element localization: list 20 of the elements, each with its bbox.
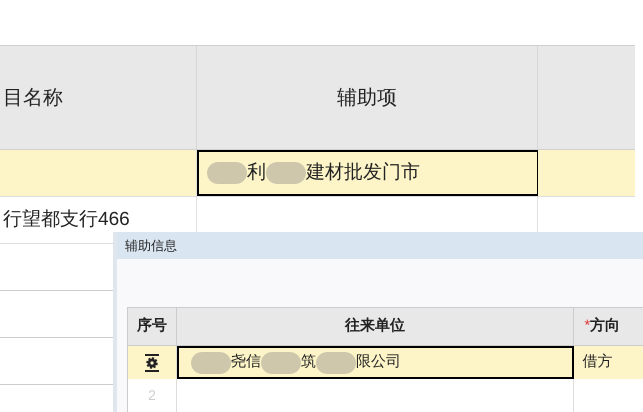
cell-text: 利 xyxy=(247,160,266,185)
column-header: 目名称 xyxy=(3,86,63,110)
redaction-blur xyxy=(261,352,302,374)
redaction-blur xyxy=(316,352,356,374)
cell-text: 建材批发门市 xyxy=(306,160,420,185)
cell-text: 尧信 xyxy=(231,352,262,372)
column-header: 往来单位 xyxy=(345,316,406,336)
table-cell-text: 行望都支行466 xyxy=(3,208,130,232)
cell-text: 限公司 xyxy=(356,352,402,372)
required-mark: * xyxy=(584,317,590,334)
redaction-blur xyxy=(266,162,306,184)
gear-icon[interactable] xyxy=(144,354,160,372)
table-cell-text: 借方 xyxy=(582,352,612,372)
column-header: *方向 xyxy=(584,316,620,336)
cell-text: 筑 xyxy=(301,352,316,372)
column-header: 辅助项 xyxy=(337,86,397,110)
column-header: 序号 xyxy=(137,316,168,336)
redaction-blur xyxy=(207,162,247,184)
dialog-title: 辅助信息 xyxy=(125,236,177,255)
redaction-blur xyxy=(191,352,232,374)
